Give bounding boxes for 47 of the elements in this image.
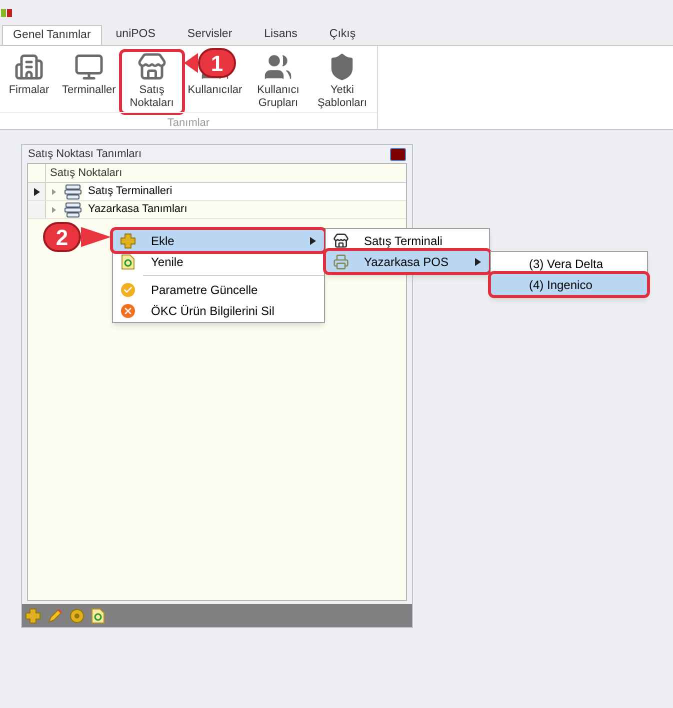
ribbon-group-label: Tanımlar [167,116,210,131]
ribbon-tab[interactable]: uniPOS [106,25,166,45]
ribbon-tab[interactable]: Genel Tanımlar [2,25,102,45]
cash-register-icon [333,254,349,270]
server-icon [64,202,82,218]
building-icon [14,52,44,82]
monitor-icon [74,52,104,82]
delete-icon [121,304,135,318]
store-icon [136,52,167,82]
menu-item[interactable]: Yenile [113,251,324,272]
ribbon-tab[interactable]: Lisans [254,25,308,45]
callout-pointer [184,51,198,75]
tree-row[interactable]: Satış Terminalleri [84,183,406,200]
menu-item[interactable]: ÖKC Ürün Bilgilerini Sil [113,300,324,321]
ribbon-button[interactable]: Yetki Şablonları [314,84,370,110]
close-button[interactable] [390,148,406,160]
add-icon [120,232,136,248]
pencil-icon [47,608,63,624]
ribbon-button[interactable]: Satış Noktaları [124,84,180,110]
panel-title: Satış Noktası Tanımları [28,146,142,162]
ribbon-tab[interactable]: Servisler [177,25,242,45]
gear-icon [69,608,85,624]
ribbon-button[interactable]: Firmalar [8,84,50,97]
check-icon [121,282,135,296]
menu-item[interactable]: Ekle [113,230,324,251]
ribbon-button[interactable]: Kullanıcılar [188,84,242,97]
refresh-icon [121,254,135,270]
expand-icon[interactable] [52,206,56,212]
refresh-icon [91,608,105,624]
server-icon [64,184,82,200]
add-icon [25,608,41,624]
row-header[interactable] [28,183,46,200]
column-header: Satış Noktaları [49,166,124,181]
tree-row[interactable]: Yazarkasa Tanımları [84,201,406,218]
store-icon [333,232,349,248]
ribbon-tab[interactable]: Çıkış [319,25,366,45]
app-logo [1,8,13,18]
menu-item[interactable]: Satış Terminali [326,230,489,251]
expand-icon[interactable] [52,188,56,194]
user-group-icon [263,52,294,82]
ribbon-button[interactable]: Kullanıcı Grupları [250,84,306,110]
ribbon-button[interactable]: Terminaller [62,84,116,97]
callout-pointer [81,225,111,249]
menu-item[interactable]: Parametre Güncelle [113,279,324,300]
menu-item[interactable]: (4) Ingenico [491,274,647,295]
menu-item[interactable]: Yazarkasa POS [326,251,489,272]
menu-item[interactable]: (3) Vera Delta [491,253,647,274]
